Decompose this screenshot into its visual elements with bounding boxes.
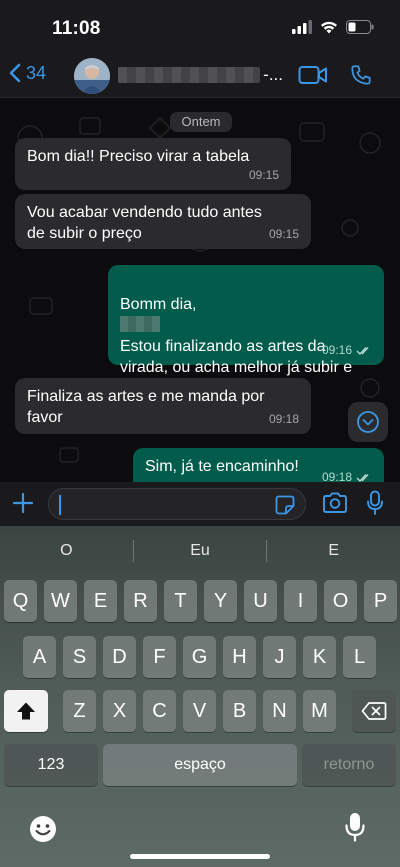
message-time: 09:16: [322, 340, 372, 361]
key-o[interactable]: O: [324, 580, 357, 622]
backspace-icon: [361, 702, 387, 720]
key-y[interactable]: Y: [204, 580, 237, 622]
avatar[interactable]: [74, 58, 110, 94]
key-w[interactable]: W: [44, 580, 77, 622]
message-text: Vou acabar vendendo tudo antes de subir …: [27, 204, 262, 242]
message-greeting: Bomm dia,: [120, 296, 197, 313]
key-f[interactable]: F: [143, 636, 176, 678]
video-call-button[interactable]: [298, 64, 328, 91]
dictation-button[interactable]: [344, 812, 366, 847]
suggestion[interactable]: E: [267, 542, 400, 560]
contact-name-suffix: -...: [263, 65, 283, 84]
home-indicator[interactable]: [130, 854, 270, 859]
shift-key[interactable]: [4, 690, 48, 732]
return-key[interactable]: retorno: [302, 744, 396, 786]
wifi-icon: [321, 21, 337, 34]
scroll-down-button[interactable]: [348, 402, 388, 442]
key-e[interactable]: E: [84, 580, 117, 622]
message-time: 09:15: [268, 227, 299, 241]
attach-button[interactable]: [12, 492, 34, 519]
key-h[interactable]: H: [223, 636, 256, 678]
voice-call-button[interactable]: [350, 64, 372, 91]
message-input[interactable]: [48, 488, 306, 520]
keyboard-bottom-bar: [0, 808, 400, 867]
message-text: Bom dia!! Preciso virar a tabela: [27, 148, 250, 165]
suggestion[interactable]: O: [0, 542, 133, 560]
text-caret: [59, 495, 61, 515]
message-time-text: 09:16: [321, 343, 352, 357]
plus-icon: [12, 492, 34, 514]
numbers-key[interactable]: 123: [4, 744, 98, 786]
key-g[interactable]: G: [183, 636, 216, 678]
message-incoming[interactable]: Bom dia!! Preciso virar a tabela 09:15: [15, 138, 291, 190]
key-a[interactable]: A: [23, 636, 56, 678]
emoji-button[interactable]: [28, 814, 58, 849]
read-ticks-icon: [356, 473, 369, 482]
status-icons: [292, 20, 374, 34]
read-ticks-icon: [356, 346, 369, 355]
message-outgoing[interactable]: Sim, já te encaminho! 09:18: [133, 448, 384, 482]
key-p[interactable]: P: [364, 580, 397, 622]
key-u[interactable]: U: [244, 580, 277, 622]
message-incoming[interactable]: Vou acabar vendendo tudo antes de subir …: [15, 194, 311, 249]
shift-icon: [17, 702, 35, 720]
message-incoming[interactable]: Finaliza as artes e me manda por favor 0…: [15, 378, 311, 434]
key-r[interactable]: R: [124, 580, 157, 622]
message-outgoing[interactable]: Bomm dia, Estou finalizando as artes da …: [108, 265, 384, 397]
key-k[interactable]: K: [303, 636, 336, 678]
message-input-bar: [0, 482, 400, 526]
key-l[interactable]: L: [343, 636, 376, 678]
date-label: Ontem: [170, 112, 232, 132]
key-s[interactable]: S: [63, 636, 96, 678]
key-m[interactable]: M: [303, 690, 336, 732]
key-n[interactable]: N: [263, 690, 296, 732]
camera-icon: [323, 492, 347, 513]
delete-key[interactable]: [352, 690, 396, 732]
camera-button[interactable]: [322, 492, 348, 519]
predictive-suggestions: O Eu E: [0, 526, 400, 576]
chat-area[interactable]: Ontem Bom dia!! Preciso virar a tabela 0…: [0, 98, 400, 482]
key-j[interactable]: J: [263, 636, 296, 678]
redacted-name: [120, 316, 160, 332]
redacted-name: [118, 67, 261, 83]
voice-message-button[interactable]: [366, 490, 384, 521]
phone-icon: [351, 65, 371, 85]
message-time: 09:18: [268, 412, 299, 426]
signal-icon: [292, 20, 312, 34]
status-time: 11:08: [52, 18, 101, 39]
chevron-down-circle-icon: [357, 411, 379, 433]
sticker-icon: [275, 495, 295, 515]
contact-name[interactable]: -...: [118, 64, 283, 86]
key-t[interactable]: T: [164, 580, 197, 622]
key-x[interactable]: X: [103, 690, 136, 732]
battery-icon: [346, 20, 374, 34]
space-key[interactable]: espaço: [103, 744, 297, 786]
sticker-button[interactable]: [275, 495, 295, 520]
chat-header: 34 -...: [0, 56, 400, 98]
message-time-text: 09:18: [321, 470, 352, 482]
message-time: 09:18: [322, 467, 372, 482]
unread-count: 34: [26, 62, 47, 83]
video-camera-icon: [298, 66, 327, 84]
key-q[interactable]: Q: [4, 580, 37, 622]
emoji-icon: [30, 816, 56, 842]
microphone-icon: [345, 813, 365, 842]
contact-photo: [74, 58, 110, 94]
message-time: 09:15: [248, 168, 279, 182]
key-c[interactable]: C: [143, 690, 176, 732]
key-d[interactable]: D: [103, 636, 136, 678]
key-z[interactable]: Z: [63, 690, 96, 732]
microphone-icon: [367, 490, 383, 515]
back-button[interactable]: 34: [8, 62, 46, 84]
key-i[interactable]: I: [284, 580, 317, 622]
status-bar: 11:08: [0, 0, 400, 56]
key-v[interactable]: V: [183, 690, 216, 732]
keyboard: O Eu E Q W E R T Y U I O P A S D F G H J…: [0, 526, 400, 867]
chevron-left-icon: [9, 63, 21, 83]
message-text: Finaliza as artes e me manda por favor: [27, 388, 265, 426]
key-b[interactable]: B: [223, 690, 256, 732]
suggestion[interactable]: Eu: [134, 542, 267, 560]
